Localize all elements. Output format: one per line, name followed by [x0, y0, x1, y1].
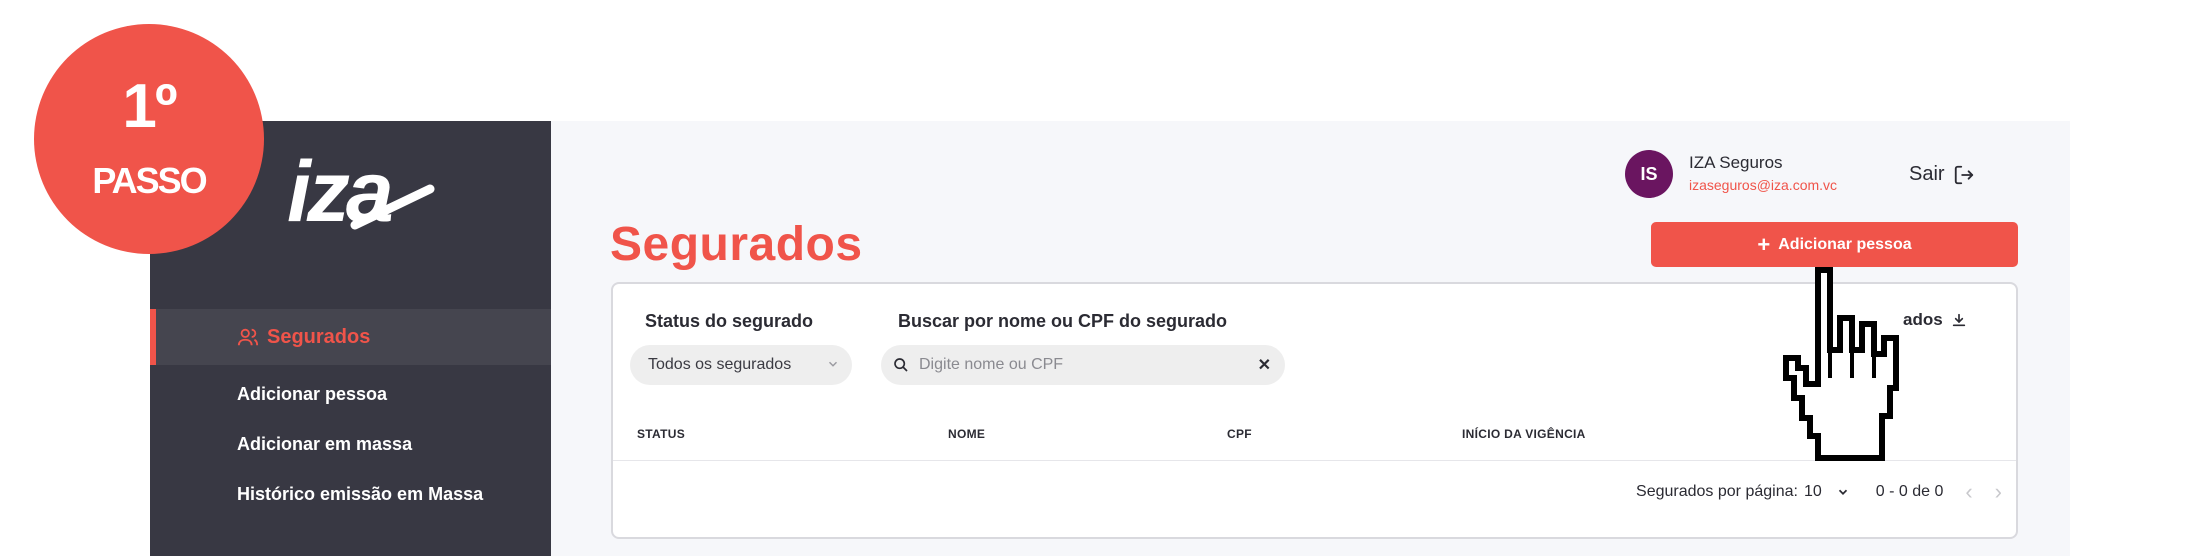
step-badge: 1º PASSO	[34, 24, 264, 254]
main-content: IS IZA Seguros izaseguros@iza.com.vc Sai…	[551, 121, 2070, 556]
sidebar-item-label: Adicionar em massa	[237, 433, 413, 454]
search-input[interactable]	[919, 356, 1239, 374]
export-label: ados	[1903, 310, 1943, 329]
avatar: IS	[1625, 150, 1673, 198]
page: 1º PASSO iza Segurados Adicionar pessoa …	[0, 0, 2208, 556]
logout-icon	[1954, 165, 1973, 184]
pagination: Segurados por página: 10 0 - 0 de 0 ‹ ›	[1636, 479, 2002, 505]
rows-per-page-label: Segurados por página:	[1636, 483, 1798, 500]
status-filter-label: Status do segurado	[645, 311, 814, 331]
iza-logo[interactable]: iza	[287, 147, 435, 237]
column-header-nome[interactable]: NOME	[948, 427, 985, 441]
user-name: IZA Seguros	[1689, 153, 1783, 172]
add-person-label: Adicionar pessoa	[1778, 235, 1912, 253]
search-label: Buscar por nome ou CPF do segurado	[898, 311, 1228, 331]
insured-table-card: Status do segurado Buscar por nome ou CP…	[611, 282, 2018, 539]
prev-page-icon[interactable]: ‹	[1965, 479, 1972, 505]
next-page-icon[interactable]: ›	[1995, 479, 2002, 505]
sidebar-item-historico[interactable]: Histórico emissão em Massa	[150, 469, 551, 519]
step-number: 1º	[122, 72, 177, 141]
column-header-inicio-vigencia[interactable]: INÍCIO DA VIGÊNCIA	[1462, 427, 1586, 441]
sidebar-item-label: Segurados	[267, 325, 371, 348]
export-button[interactable]: ados	[1903, 310, 1967, 330]
sidebar-item-label: Histórico emissão em Massa	[237, 483, 484, 504]
download-icon	[1952, 313, 1965, 327]
sidebar-item-label: Adicionar pessoa	[237, 383, 388, 404]
clear-icon[interactable]: ✕	[1258, 355, 1271, 375]
logo-swoosh-icon	[350, 184, 435, 230]
table-header: STATUS NOME CPF INÍCIO DA VIGÊNCIA	[613, 427, 2016, 461]
sidebar-nav: Segurados Adicionar pessoa Adicionar em …	[150, 309, 551, 519]
logout-label: Sair	[1909, 163, 1945, 185]
user-email: izaseguros@iza.com.vc	[1689, 177, 1838, 193]
chevron-down-icon	[1838, 489, 1847, 495]
user-profile[interactable]: IS IZA Seguros izaseguros@iza.com.vc	[1625, 150, 1837, 198]
add-person-button[interactable]: + Adicionar pessoa	[1651, 222, 2018, 267]
column-header-cpf[interactable]: CPF	[1227, 427, 1252, 441]
user-info: IZA Seguros izaseguros@iza.com.vc	[1689, 152, 1837, 196]
step-word: PASSO	[92, 160, 207, 201]
sidebar-item-adicionar-em-massa[interactable]: Adicionar em massa	[150, 419, 551, 469]
search-icon	[894, 358, 908, 372]
status-select-value: Todos os segurados	[648, 356, 792, 373]
users-icon	[237, 328, 259, 346]
plus-icon: +	[1757, 231, 1771, 257]
search-field[interactable]: ✕	[881, 345, 1285, 385]
column-header-status[interactable]: STATUS	[637, 427, 685, 441]
chevron-down-icon	[828, 361, 838, 367]
status-select[interactable]: Todos os segurados	[630, 345, 852, 385]
rows-per-page-value: 10	[1803, 483, 1822, 500]
logout-button[interactable]: Sair	[1909, 163, 1975, 186]
sidebar-item-segurados[interactable]: Segurados	[150, 309, 551, 365]
page-title: Segurados	[610, 218, 863, 271]
sidebar-item-adicionar-pessoa[interactable]: Adicionar pessoa	[150, 369, 551, 419]
rows-per-page-select[interactable]: 10	[1804, 483, 1850, 501]
pagination-range: 0 - 0 de 0	[1875, 483, 1944, 500]
